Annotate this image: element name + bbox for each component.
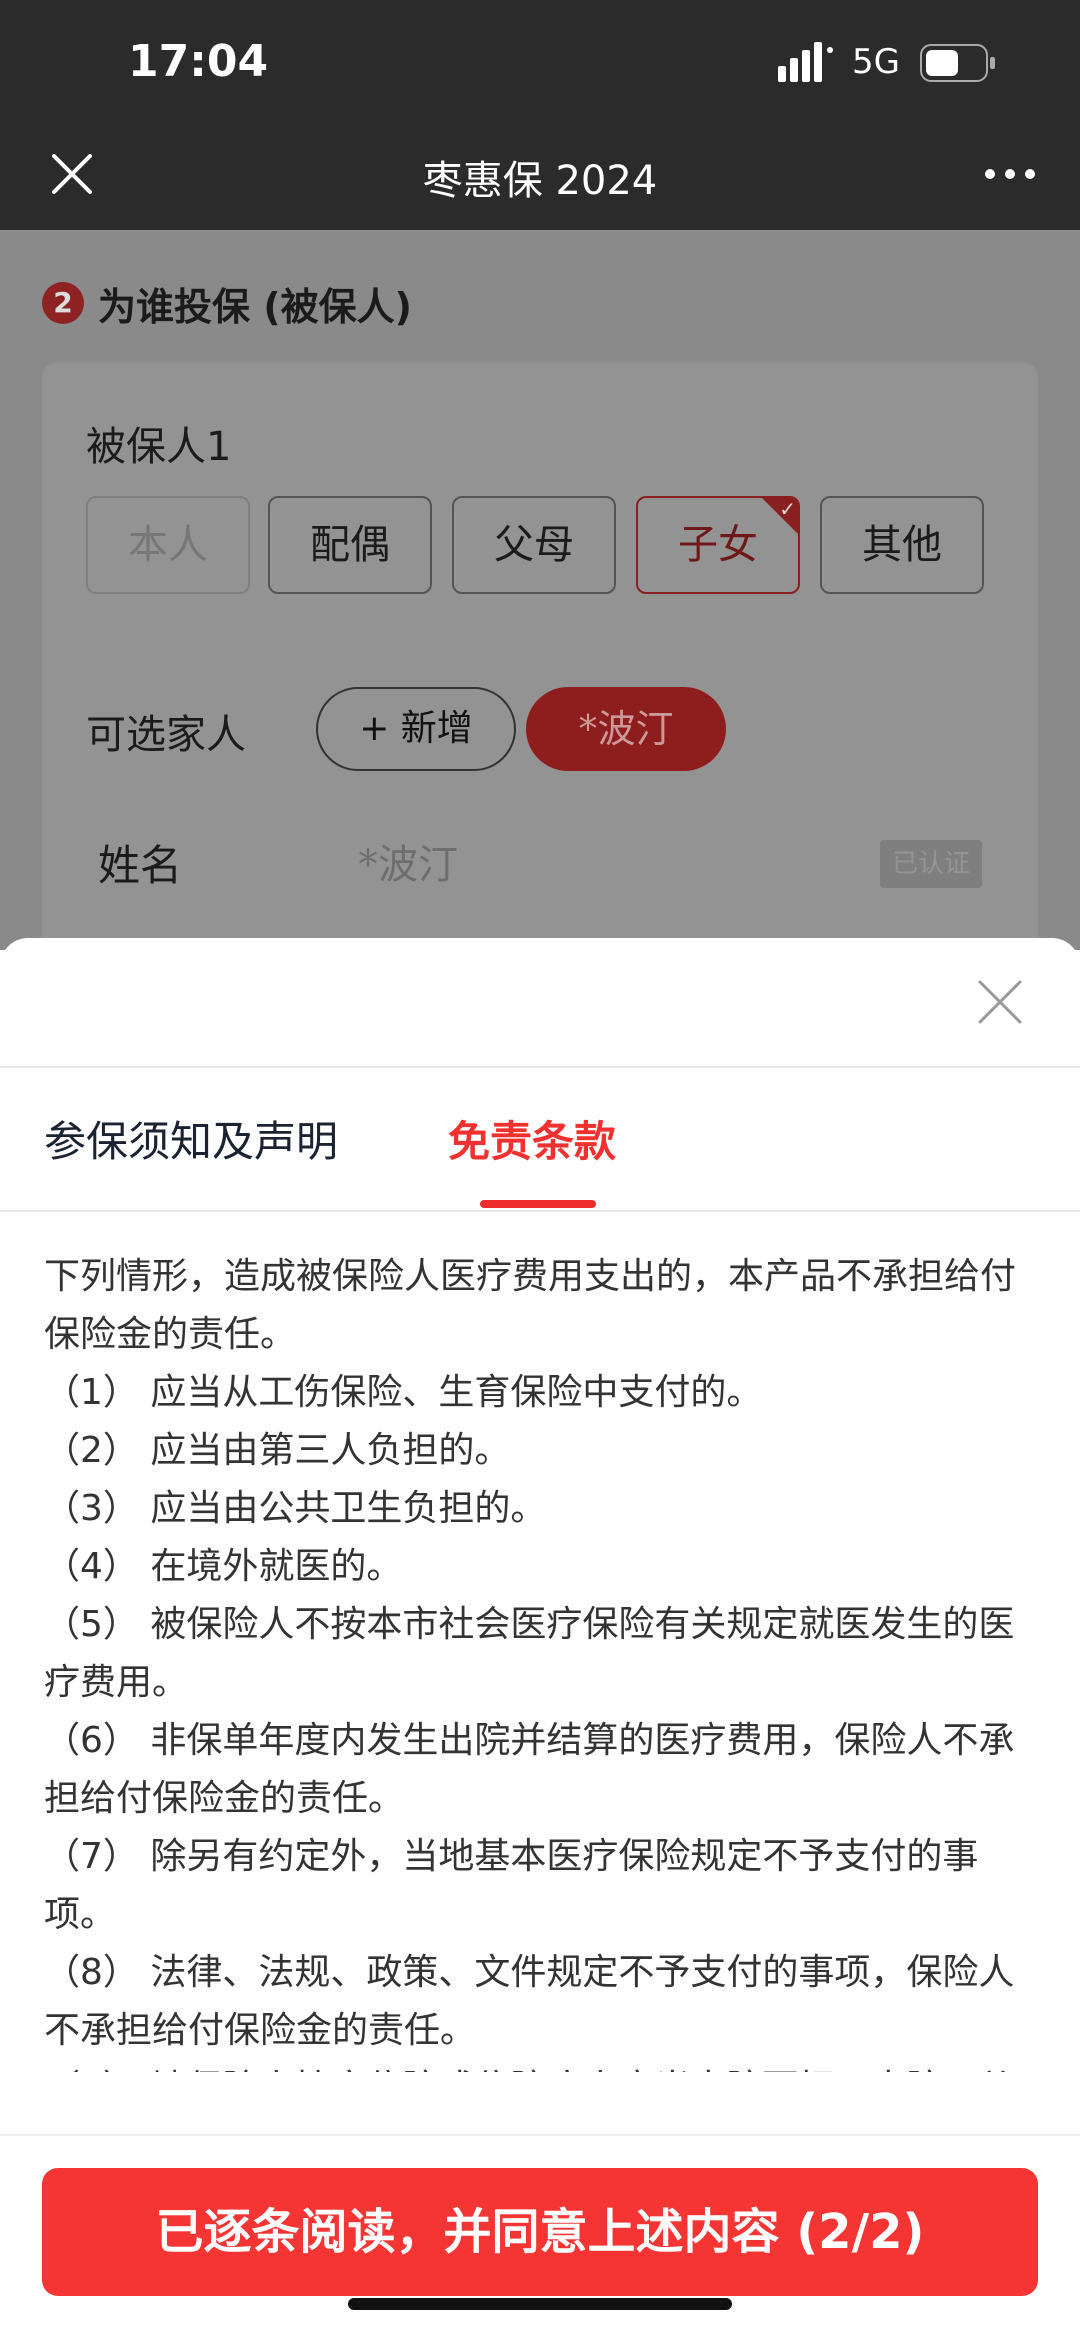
signal-icon: [778, 42, 833, 82]
disclaimer-item: （8） 法律、法规、政策、文件规定不予支付的事项，保险人不承担给付保险金的责任。: [44, 1952, 1015, 2051]
agree-button[interactable]: 已逐条阅读，并同意上述内容 (2/2): [42, 2168, 1038, 2296]
relation-parents-button[interactable]: 父母: [452, 496, 616, 594]
status-bar: 17:04 5G: [0, 0, 1080, 130]
disclaimer-item: （9） 被保险人挂床住院或住院病人应当出院而拒不出院，从医院确定其应当出院之日起…: [44, 2060, 1040, 2072]
more-icon[interactable]: [980, 154, 1040, 194]
disclaimer-item: （3） 应当由公共卫生负担的。: [44, 1488, 547, 1529]
battery-icon: [920, 44, 995, 82]
disclaimer-item: （5） 被保险人不按本市社会医疗保险有关规定就医发生的医疗费用。: [44, 1604, 1015, 1703]
disclaimer-item: （1） 应当从工伤保险、生育保险中支付的。: [44, 1372, 763, 1413]
home-indicator[interactable]: [348, 2298, 732, 2310]
relation-self-button: 本人: [86, 496, 250, 594]
insured-label: 被保人1: [86, 424, 232, 470]
section-title: 为谁投保 (被保人): [98, 285, 412, 329]
relation-label: 其他: [862, 522, 942, 568]
disclaimer-content[interactable]: 下列情形，造成被保险人医疗费用支出的，本产品不承担给付保险金的责任。 （1） 应…: [44, 1248, 1040, 2072]
page-title: 枣惠保 2024: [422, 158, 658, 204]
disclaimer-sheet: 参保须知及声明 免责条款 下列情形，造成被保险人医疗费用支出的，本产品不承担给付…: [0, 938, 1080, 2336]
active-tab-indicator: [480, 1200, 596, 1208]
relation-label: 本人: [128, 522, 208, 568]
section-number-badge: 2: [42, 282, 84, 324]
sheet-divider: [0, 1066, 1080, 1068]
disclaimer-item: （4） 在境外就医的。: [44, 1546, 403, 1587]
add-family-button[interactable]: + 新增: [316, 687, 516, 771]
relation-label: 配偶: [310, 522, 390, 568]
disclaimer-item: （6） 非保单年度内发生出院并结算的医疗费用，保险人不承担给付保险金的责任。: [44, 1720, 1015, 1819]
relation-label: 父母: [494, 522, 574, 568]
relation-other-button[interactable]: 其他: [820, 496, 984, 594]
disclaimer-item: （2） 应当由第三人负担的。: [44, 1430, 511, 1471]
sheet-close-icon[interactable]: [974, 976, 1026, 1028]
name-value: *波汀: [358, 842, 458, 888]
check-icon: ✓: [779, 497, 796, 521]
tab-disclaimer[interactable]: 免责条款: [448, 1108, 616, 1169]
family-member-chip[interactable]: *波汀: [526, 687, 726, 771]
name-label: 姓名: [98, 841, 183, 890]
status-time: 17:04: [128, 36, 269, 87]
relation-children-button[interactable]: 子女 ✓: [636, 496, 800, 594]
network-label: 5G: [852, 42, 900, 82]
disclaimer-item: （7） 除另有约定外，当地基本医疗保险规定不予支付的事项。: [44, 1836, 979, 1935]
verified-badge: 已认证: [880, 840, 982, 888]
insured-card: 被保人1 本人 配偶 父母 子女 ✓ 其他 可选家人 + 新增 *波汀 姓名 *…: [42, 362, 1038, 982]
background-page: 2 为谁投保 (被保人) 被保人1 本人 配偶 父母 子女 ✓ 其他 可选家人 …: [0, 230, 1080, 982]
tabs-divider: [0, 1210, 1080, 1212]
tab-notice[interactable]: 参保须知及声明: [44, 1108, 338, 1169]
disclaimer-paragraph: 下列情形，造成被保险人医疗费用支出的，本产品不承担给付保险金的责任。: [44, 1256, 1017, 1355]
family-label: 可选家人: [86, 712, 246, 758]
relation-spouse-button[interactable]: 配偶: [268, 496, 432, 594]
relation-label: 子女: [678, 522, 758, 568]
nav-bar: 枣惠保 2024: [0, 130, 1080, 230]
